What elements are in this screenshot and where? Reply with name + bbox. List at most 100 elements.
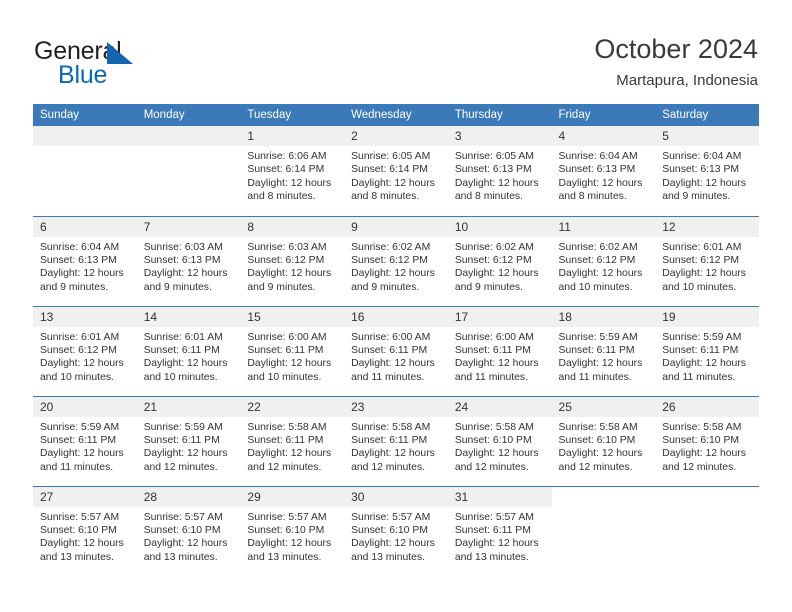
calendar-day-cell[interactable]: 13 Sunrise: 6:01 AM Sunset: 6:12 PM Dayligh… [33, 305, 137, 396]
day-number: 26 [655, 396, 759, 417]
daylight-text: Daylight: 12 hours and 9 minutes. [247, 268, 332, 293]
sunset-text: Sunset: 6:11 PM [454, 524, 531, 536]
calendar-day-cell[interactable]: 17 Sunrise: 6:00 AM Sunset: 6:11 PM Dayligh… [447, 305, 552, 396]
sunrise-text: Sunrise: 5:59 AM [143, 421, 223, 433]
day-number: 5 [655, 126, 759, 146]
day-number: 3 [447, 126, 552, 146]
sunset-text: Sunset: 6:10 PM [247, 524, 325, 536]
daylight-text: Daylight: 12 hours and 8 minutes. [351, 177, 435, 203]
sunset-text: Sunset: 6:13 PM [143, 254, 221, 266]
day-number: 11 [551, 216, 656, 237]
sunrise-text: Sunrise: 5:58 AM [662, 421, 742, 433]
sunrise-text: Sunrise: 6:01 AM [40, 331, 120, 343]
day-info: Sunrise: 5:58 AM Sunset: 6:11 PM Daylight:… [240, 417, 344, 475]
day-info: Sunrise: 6:06 AM Sunset: 6:14 PM Daylight:… [240, 146, 344, 204]
calendar-day-cell[interactable]: 10 Sunrise: 6:02 AM Sunset: 6:12 PM Dayligh… [447, 215, 552, 306]
calendar-day-cell[interactable]: 31 Sunrise: 5:57 AM Sunset: 6:11 PM Dayligh… [447, 485, 552, 576]
day-number: 28 [136, 486, 241, 507]
calendar-week-row: 27 Sunrise: 5:57 AM Sunset: 6:10 PM Dayligh… [33, 485, 759, 576]
day-info: Sunrise: 6:01 AM Sunset: 6:12 PM Daylight:… [33, 327, 137, 385]
sunset-text: Sunset: 6:11 PM [247, 344, 324, 356]
sunset-text: Sunset: 6:11 PM [351, 344, 428, 356]
calendar-day-cell[interactable]: 23 Sunrise: 5:58 AM Sunset: 6:11 PM Dayligh… [344, 395, 448, 486]
calendar-body: 1 Sunrise: 6:06 AM Sunset: 6:14 PM Daylight… [33, 126, 759, 576]
calendar-day-cell[interactable]: 11 Sunrise: 6:02 AM Sunset: 6:12 PM Dayligh… [551, 215, 656, 306]
calendar-day-cell[interactable]: 1 Sunrise: 6:06 AM Sunset: 6:14 PM Daylight… [240, 126, 345, 216]
sunrise-text: Sunrise: 6:05 AM [351, 151, 431, 162]
sunrise-text: Sunrise: 5:58 AM [558, 421, 638, 433]
calendar-day-cell[interactable]: 12 Sunrise: 6:01 AM Sunset: 6:12 PM Dayligh… [655, 215, 759, 306]
sunrise-text: Sunrise: 5:59 AM [40, 421, 120, 433]
calendar-day-cell[interactable]: 7 Sunrise: 6:03 AM Sunset: 6:13 PM Daylight… [136, 215, 241, 306]
calendar-day-cell[interactable]: 21 Sunrise: 5:59 AM Sunset: 6:11 PM Dayligh… [136, 395, 241, 486]
sunset-text: Sunset: 6:12 PM [558, 254, 636, 266]
weekday-header-thursday: Thursday [447, 104, 552, 126]
day-info: Sunrise: 6:00 AM Sunset: 6:11 PM Daylight:… [344, 327, 448, 385]
day-info: Sunrise: 6:01 AM Sunset: 6:11 PM Daylight:… [137, 327, 241, 385]
daylight-text: Daylight: 12 hours and 10 minutes. [143, 358, 228, 383]
day-info: Sunrise: 5:57 AM Sunset: 6:10 PM Daylight:… [33, 507, 137, 565]
calendar-day-cell[interactable]: 29 Sunrise: 5:57 AM Sunset: 6:10 PM Dayligh… [240, 485, 345, 576]
sunset-text: Sunset: 6:11 PM [143, 344, 220, 356]
calendar-week-row: 1 Sunrise: 6:06 AM Sunset: 6:14 PM Daylight… [33, 126, 759, 216]
calendar-day-cell[interactable]: 6 Sunrise: 6:04 AM Sunset: 6:13 PM Daylight… [33, 215, 137, 306]
calendar-day-cell[interactable]: 24 Sunrise: 5:58 AM Sunset: 6:10 PM Dayligh… [447, 395, 552, 486]
calendar-day-cell[interactable]: 18 Sunrise: 5:59 AM Sunset: 6:11 PM Dayligh… [551, 305, 656, 396]
sunrise-text: Sunrise: 5:59 AM [558, 331, 638, 343]
calendar-day-cell[interactable]: 5 Sunrise: 6:04 AM Sunset: 6:13 PM Daylight… [655, 126, 759, 216]
calendar-cell-empty [136, 126, 241, 216]
day-info: Sunrise: 6:03 AM Sunset: 6:13 PM Daylight:… [137, 237, 241, 295]
sunset-text: Sunset: 6:11 PM [143, 434, 220, 446]
sunrise-text: Sunrise: 6:03 AM [143, 241, 223, 253]
sunrise-text: Sunrise: 5:57 AM [143, 511, 223, 523]
calendar-day-cell[interactable]: 8 Sunrise: 6:03 AM Sunset: 6:12 PM Daylight… [240, 215, 345, 306]
general-blue-logo[interactable]: General Blue [34, 36, 264, 90]
day-number: 1 [240, 126, 345, 146]
daylight-text: Daylight: 12 hours and 11 minutes. [40, 448, 124, 473]
weekday-header-tuesday: Tuesday [240, 104, 345, 126]
sunset-text: Sunset: 6:10 PM [454, 434, 532, 446]
calendar-day-cell[interactable]: 19 Sunrise: 5:59 AM Sunset: 6:11 PM Dayligh… [655, 305, 759, 396]
calendar-day-cell[interactable]: 2 Sunrise: 6:05 AM Sunset: 6:14 PM Daylight… [344, 126, 448, 216]
day-number [33, 126, 137, 146]
calendar-table: Sunday Monday Tuesday Wednesday Thursday… [33, 104, 759, 576]
daylight-text: Daylight: 12 hours and 9 minutes. [662, 177, 746, 203]
calendar-day-cell[interactable]: 22 Sunrise: 5:58 AM Sunset: 6:11 PM Dayligh… [240, 395, 345, 486]
calendar-day-cell[interactable]: 3 Sunrise: 6:05 AM Sunset: 6:13 PM Daylight… [447, 126, 552, 216]
sunset-text: Sunset: 6:10 PM [662, 434, 740, 446]
daylight-text: Daylight: 12 hours and 9 minutes. [454, 268, 539, 293]
calendar-day-cell[interactable]: 28 Sunrise: 5:57 AM Sunset: 6:10 PM Dayligh… [136, 485, 241, 576]
daylight-text: Daylight: 12 hours and 8 minutes. [454, 177, 539, 203]
day-number: 31 [447, 486, 552, 507]
daylight-text: Daylight: 12 hours and 10 minutes. [662, 268, 746, 293]
logo-triangle-icon [107, 42, 133, 64]
calendar-cell-empty [551, 485, 656, 576]
calendar-day-cell[interactable]: 26 Sunrise: 5:58 AM Sunset: 6:10 PM Dayligh… [655, 395, 759, 486]
calendar-page: General Blue October 2024 Martapura, Ind… [0, 0, 792, 612]
calendar-day-cell[interactable]: 9 Sunrise: 6:02 AM Sunset: 6:12 PM Daylight… [344, 215, 448, 306]
calendar-day-cell[interactable]: 30 Sunrise: 5:57 AM Sunset: 6:10 PM Dayligh… [344, 485, 448, 576]
daylight-text: Daylight: 12 hours and 10 minutes. [40, 358, 124, 383]
weekday-header-wednesday: Wednesday [344, 104, 448, 126]
calendar-day-cell[interactable]: 4 Sunrise: 6:04 AM Sunset: 6:13 PM Daylight… [551, 126, 656, 216]
calendar-day-cell[interactable]: 15 Sunrise: 6:00 AM Sunset: 6:11 PM Dayligh… [240, 305, 345, 396]
weekday-header-row: Sunday Monday Tuesday Wednesday Thursday… [33, 104, 759, 126]
calendar-day-cell[interactable]: 16 Sunrise: 6:00 AM Sunset: 6:11 PM Dayligh… [344, 305, 448, 396]
calendar-day-cell[interactable]: 20 Sunrise: 5:59 AM Sunset: 6:11 PM Dayligh… [33, 395, 137, 486]
day-info: Sunrise: 5:58 AM Sunset: 6:10 PM Daylight:… [448, 417, 552, 475]
sunset-text: Sunset: 6:11 PM [454, 344, 531, 356]
sunrise-text: Sunrise: 6:01 AM [143, 331, 223, 343]
daylight-text: Daylight: 12 hours and 10 minutes. [558, 268, 643, 293]
sunrise-text: Sunrise: 6:02 AM [454, 241, 534, 253]
calendar-day-cell[interactable]: 27 Sunrise: 5:57 AM Sunset: 6:10 PM Dayligh… [33, 485, 137, 576]
day-number: 21 [136, 396, 241, 417]
day-number: 10 [447, 216, 552, 237]
calendar-day-cell[interactable]: 25 Sunrise: 5:58 AM Sunset: 6:10 PM Dayligh… [551, 395, 656, 486]
title-block: October 2024 Martapura, Indonesia [594, 32, 758, 92]
sunset-text: Sunset: 6:11 PM [40, 434, 117, 446]
day-info: Sunrise: 5:57 AM Sunset: 6:10 PM Daylight:… [344, 507, 448, 565]
daylight-text: Daylight: 12 hours and 13 minutes. [143, 538, 228, 563]
sunset-text: Sunset: 6:13 PM [454, 164, 532, 176]
calendar-day-cell[interactable]: 14 Sunrise: 6:01 AM Sunset: 6:11 PM Dayligh… [136, 305, 241, 396]
sunset-text: Sunset: 6:13 PM [662, 164, 740, 176]
